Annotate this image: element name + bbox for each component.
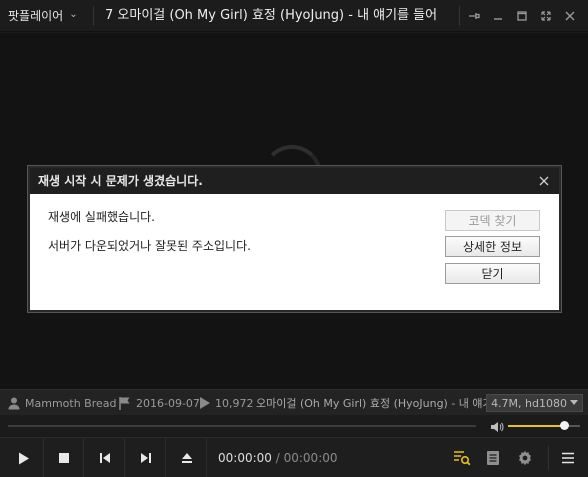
uploader-name: Mammoth Bread	[25, 396, 117, 410]
uploader-info: Mammoth Bread	[7, 390, 117, 416]
close-icon[interactable]	[558, 4, 582, 28]
time-display: 00:00:00 / 00:00:00	[218, 438, 338, 477]
settings-button[interactable]	[509, 438, 541, 477]
hamburger-menu-icon	[562, 452, 574, 464]
play-button[interactable]	[4, 438, 44, 477]
maximize-icon[interactable]	[510, 4, 534, 28]
stop-button[interactable]	[44, 438, 84, 477]
dialog-message: 서버가 다운되었거나 잘못된 주소입니다.	[48, 239, 251, 253]
app-menu-label: 팟플레이어	[8, 9, 64, 23]
window-title: 7 오마이걸 (Oh My Girl) 효정 (HyoJung) - 내 얘기를…	[105, 8, 438, 23]
dialog-title: 재생 시작 시 문제가 생겼습니다.	[38, 174, 203, 188]
divider	[459, 6, 460, 26]
app-menu-button[interactable]: 팟플레이어 ⌄	[8, 0, 78, 32]
caret-down-icon	[570, 400, 578, 405]
title-bar: 팟플레이어 ⌄ 7 오마이걸 (Oh My Girl) 효정 (HyoJung)…	[0, 0, 588, 32]
flag-icon	[119, 397, 130, 410]
date-text: 2016-09-07	[136, 396, 200, 410]
playlist-search-icon	[454, 451, 471, 466]
skip-previous-icon	[99, 453, 110, 463]
dialog-header: 재생 시작 시 문제가 생겼습니다.	[30, 168, 559, 194]
minimize-icon[interactable]	[486, 4, 510, 28]
details-button[interactable]: 상세한 정보	[445, 236, 540, 257]
window-controls	[462, 0, 582, 32]
view-count: 10,972	[199, 390, 254, 416]
control-bar: 00:00:00 / 00:00:00	[0, 437, 588, 477]
volume-slider[interactable]	[508, 421, 580, 430]
views-text: 10,972	[215, 396, 254, 410]
quality-label: 4.7M, hd1080	[491, 396, 567, 410]
stop-icon	[58, 453, 69, 463]
time-separator: /	[275, 451, 280, 465]
total-time: 00:00:00	[283, 451, 338, 465]
playlist-search-button[interactable]	[446, 438, 478, 477]
divider	[548, 446, 549, 470]
volume-icon[interactable]	[490, 419, 504, 438]
pin-icon[interactable]	[462, 4, 486, 28]
current-time: 00:00:00	[218, 451, 272, 465]
seek-row	[0, 415, 588, 437]
volume-knob[interactable]	[560, 421, 570, 430]
close-button[interactable]: 닫기	[445, 263, 540, 284]
seek-bar[interactable]	[8, 425, 476, 427]
dialog-message: 재생에 실패했습니다.	[48, 210, 155, 224]
fullscreen-icon[interactable]	[534, 4, 558, 28]
previous-button[interactable]	[85, 438, 125, 477]
dialog-body: 재생에 실패했습니다. 서버가 다운되었거나 잘못된 주소입니다. 코덱 찾기 …	[30, 194, 559, 310]
media-title: 오마이걸 (Oh My Girl) 효정 (HyoJung) - 내 얘기를 들…	[256, 397, 496, 410]
chevron-down-icon: ⌄	[69, 9, 78, 20]
play-icon	[18, 452, 29, 464]
info-bar: Mammoth Bread 2016-09-07 10,972 오마이걸 (Oh…	[0, 389, 588, 415]
eject-button[interactable]	[167, 438, 207, 477]
next-button[interactable]	[126, 438, 166, 477]
playlist-button[interactable]	[477, 438, 509, 477]
eject-icon	[181, 453, 192, 463]
document-list-icon	[487, 451, 499, 465]
find-codec-button[interactable]: 코덱 찾기	[445, 210, 540, 231]
gear-icon	[519, 450, 531, 466]
divider	[93, 6, 94, 26]
error-dialog: 재생 시작 시 문제가 생겼습니다. 재생에 실패했습니다. 서버가 다운되었거…	[28, 166, 561, 312]
main-menu-button[interactable]	[552, 438, 584, 477]
user-icon	[8, 397, 20, 410]
dialog-close-icon[interactable]	[535, 172, 553, 190]
volume-fill	[508, 425, 565, 427]
play-count-icon	[200, 397, 210, 409]
skip-next-icon	[140, 453, 151, 463]
quality-dropdown[interactable]: 4.7M, hd1080	[486, 394, 583, 412]
upload-date: 2016-09-07	[118, 390, 200, 416]
